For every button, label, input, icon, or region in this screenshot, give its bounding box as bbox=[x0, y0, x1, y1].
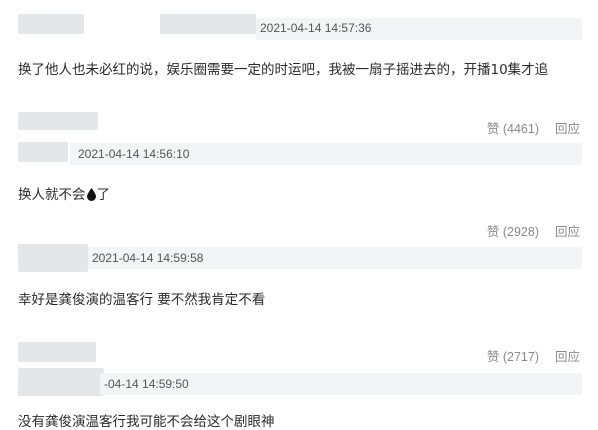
redacted-username bbox=[18, 142, 68, 162]
comment-timestamp: 2021-04-14 14:56:10 bbox=[78, 147, 190, 161]
redacted-username bbox=[18, 244, 88, 272]
redacted-username bbox=[18, 14, 84, 34]
comment-actions: 赞 (2928) 回应 bbox=[487, 221, 580, 240]
reply-button[interactable]: 回应 bbox=[555, 350, 580, 364]
comment-text: 没有龚俊演温客行我可能不会给这个剧眼神 bbox=[18, 414, 275, 430]
comment-text: 换了他人也未必红的说，娱乐圈需要一定的时运吧，我被一扇子摇进去的，开播10集才追 bbox=[18, 62, 549, 78]
redacted-username bbox=[18, 112, 98, 130]
comment-text: 换人就不会了 bbox=[18, 183, 110, 205]
comment-text: 幸好是龚俊演的温客行 要不然我肯定不看 bbox=[18, 292, 266, 308]
redacted-username bbox=[18, 368, 104, 396]
comment-text-before: 换人就不会 bbox=[18, 187, 86, 203]
drop-icon bbox=[86, 188, 96, 205]
like-button[interactable]: 赞 (4461) bbox=[487, 122, 539, 136]
comment-timestamp: 2021-04-14 14:57:36 bbox=[260, 21, 372, 35]
comment-actions: 赞 (2717) 回应 bbox=[487, 346, 580, 365]
like-button[interactable]: 赞 (2717) bbox=[487, 350, 539, 364]
redacted-username bbox=[160, 14, 256, 34]
reply-button[interactable]: 回应 bbox=[555, 225, 580, 239]
comment-timestamp: 2021-04-14 14:59:58 bbox=[92, 251, 204, 265]
redacted-username bbox=[18, 342, 96, 362]
comment-text-after: 了 bbox=[96, 187, 111, 203]
comment-actions: 赞 (4461) 回应 bbox=[487, 118, 580, 137]
like-button[interactable]: 赞 (2928) bbox=[487, 225, 539, 239]
comment-timestamp: -04-14 14:59:50 bbox=[104, 377, 189, 391]
reply-button[interactable]: 回应 bbox=[555, 122, 580, 136]
